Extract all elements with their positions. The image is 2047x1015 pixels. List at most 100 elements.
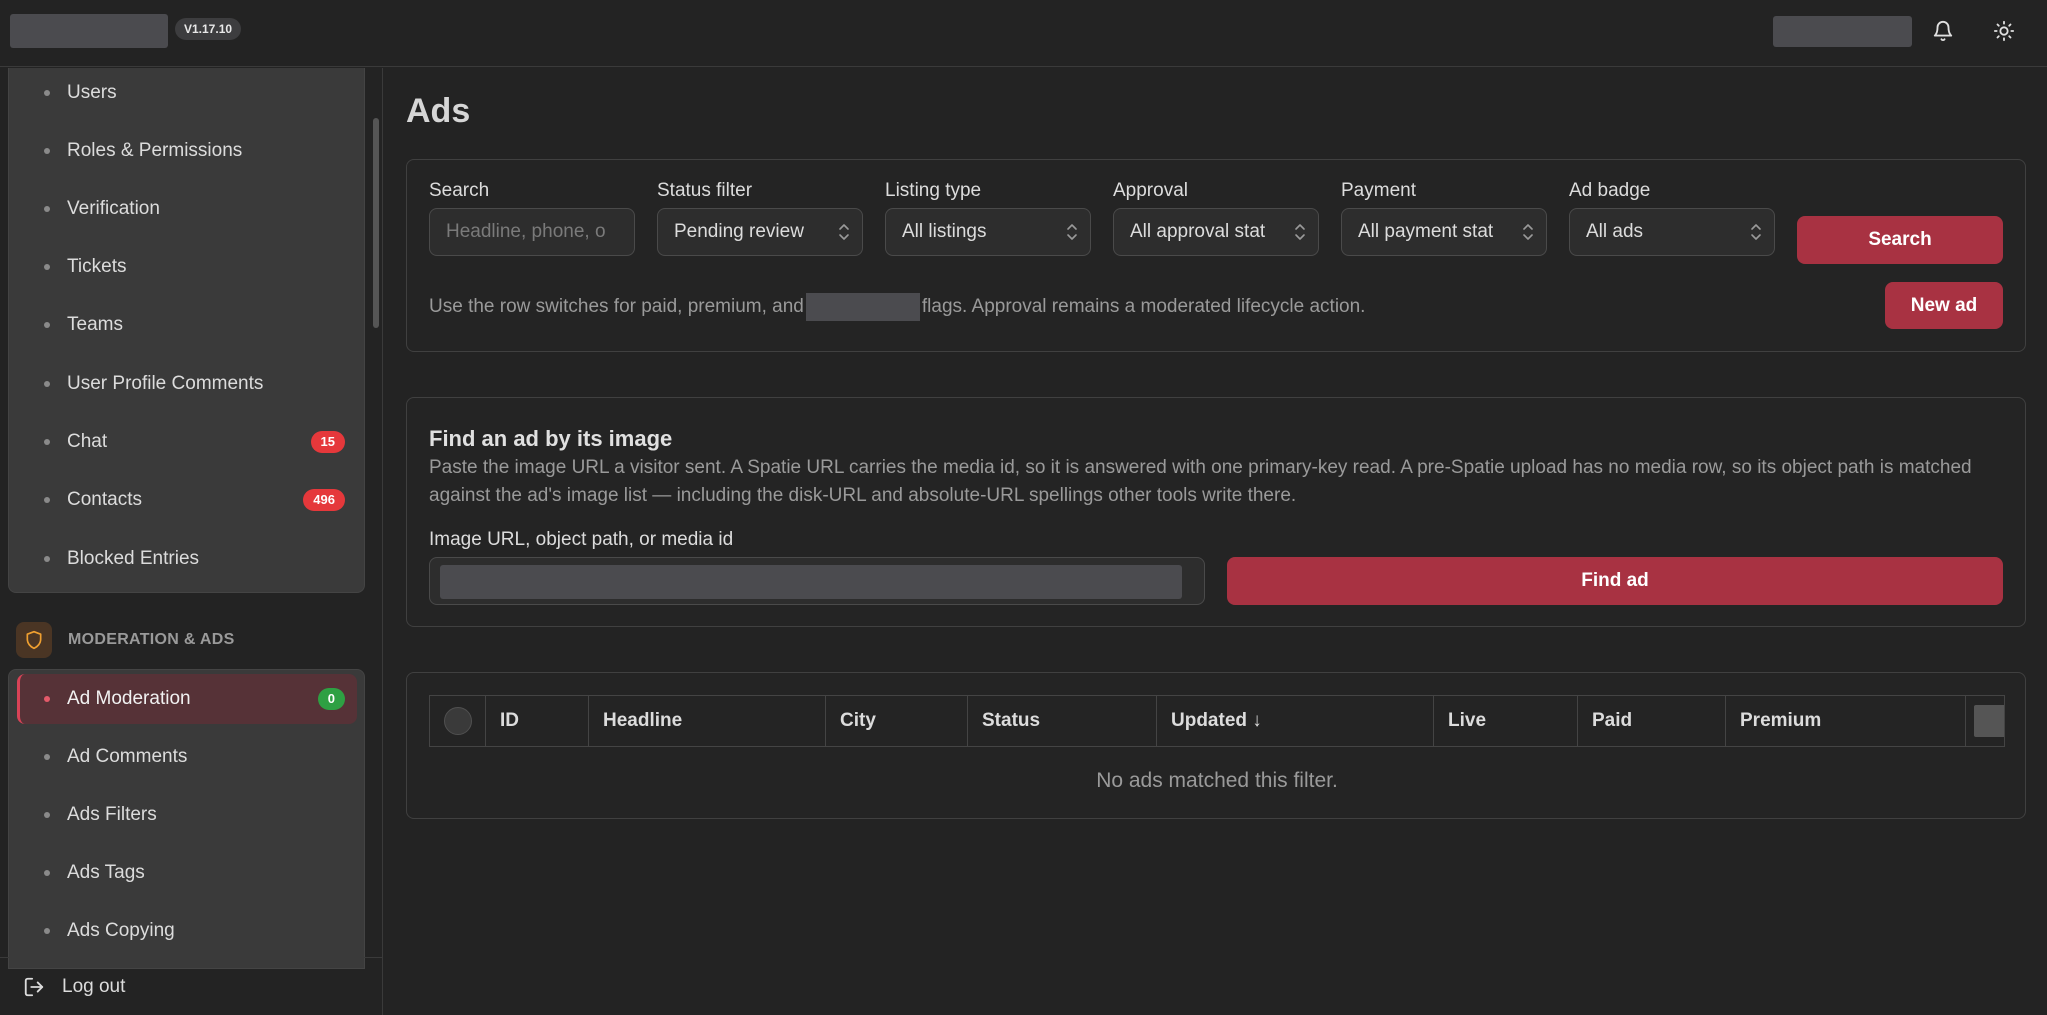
sidebar-item-label: Ads Copying [67,920,175,941]
bullet [44,754,50,760]
sidebar-item-label: Tickets [67,256,127,277]
sidebar-item-roles[interactable]: Roles & Permissions [17,126,357,176]
payment-filter: Payment All payment stat [1341,180,1547,256]
sidebar-item-label: Contacts [67,489,142,510]
search-button[interactable]: Search [1797,216,2003,264]
chevron-updown-icon [1294,222,1306,245]
listing-filter: Listing type All listings [885,180,1091,256]
sidebar-item-verification[interactable]: Verification [17,184,357,234]
sidebar-item-contacts[interactable]: Contacts 496 [17,475,357,525]
theme-toggle-sun-icon[interactable] [1987,14,2021,48]
column-header-paid[interactable]: Paid [1578,696,1726,746]
sidebar-item-ad-comments[interactable]: Ad Comments [17,732,357,782]
version-badge: V1.17.10 [175,18,242,40]
image-url-label: Image URL, object path, or media id [429,529,734,550]
ads-table-header: ID Headline City Status Updated ↓ Live P… [429,695,2005,747]
sidebar-group-moderation: Ad Moderation 0 Ad Comments Ads Filters A… [8,669,365,969]
empty-state-text: No ads matched this filter. [1096,769,1338,792]
status-value: Pending review [674,221,804,242]
bullet [44,497,50,503]
find-ad-button[interactable]: Find ad [1227,557,2003,605]
column-header-premium[interactable]: Premium [1726,696,1966,746]
sidebar-item-label: Ad Moderation [67,688,191,709]
sidebar-item-label: Chat [67,431,108,452]
column-header-city[interactable]: City [826,696,968,746]
status-filter: Status filter Pending review [657,180,863,256]
sidebar-item-chat[interactable]: Chat 15 [17,417,357,467]
column-header-headline[interactable]: Headline [589,696,826,746]
hint-text-after: flags. Approval remains a moderated life… [921,296,1366,317]
search-filter: Search Headline, phone, o [429,180,635,256]
page-title: Ads [406,92,471,130]
sidebar-item-tickets[interactable]: Tickets [17,242,357,292]
user-menu[interactable] [1773,16,1912,47]
column-header-more[interactable] [1966,696,2004,746]
image-url-value [440,565,1182,599]
sidebar-item-ads-copying[interactable]: Ads Copying [17,906,357,956]
ad-moderation-count-badge: 0 [317,688,345,710]
section-title: MODERATION & ADS [68,631,235,648]
column-header-id[interactable]: ID [486,696,589,746]
logout-icon [22,975,46,999]
filters-card: Search Headline, phone, o Status filter … [406,159,2026,352]
select-all-checkbox-cell [430,696,486,746]
sidebar-item-users[interactable]: Users [17,68,357,118]
sidebar-item-label: User Profile Comments [67,373,264,394]
badge-label: Ad badge [1569,180,1651,201]
approval-value: All approval stat [1130,221,1266,242]
bullet [44,812,50,818]
badge-select[interactable]: All ads [1569,208,1775,256]
filters-hint: Use the row switches for paid, premium, … [429,293,1365,321]
column-header-updated[interactable]: Updated ↓ [1157,696,1434,746]
sidebar-scrollbar[interactable] [373,118,379,328]
payment-label: Payment [1341,180,1416,201]
chevron-updown-icon [838,222,850,245]
sidebar-item-user-profile-comments[interactable]: User Profile Comments [17,359,357,409]
listing-value: All listings [902,221,987,242]
status-select[interactable]: Pending review [657,208,863,256]
chevron-updown-icon [1066,222,1078,245]
section-moderation-ads[interactable]: MODERATION & ADS [16,622,235,658]
column-header-live[interactable]: Live [1434,696,1578,746]
sidebar-item-ads-tags[interactable]: Ads Tags [17,848,357,898]
main-content: Ads Search Headline, phone, o Status fil… [384,68,2047,1015]
sidebar-item-label: Blocked Entries [67,548,200,569]
approval-select[interactable]: All approval stat [1113,208,1319,256]
sidebar-item-blocked-entries[interactable]: Blocked Entries [17,534,357,584]
sidebar-item-label: Ads Tags [67,862,145,883]
logout-label: Log out [62,975,126,997]
listing-label: Listing type [885,180,982,201]
bullet [44,90,50,96]
app-logo[interactable] [10,14,168,48]
sidebar-item-label: Ad Comments [67,746,188,767]
shield-icon [16,622,52,658]
select-all-checkbox[interactable] [443,707,472,735]
payment-select[interactable]: All payment stat [1341,208,1547,256]
bullet [44,870,50,876]
bullet [44,206,50,212]
status-label: Status filter [657,180,753,201]
sidebar-item-label: Verification [67,198,160,219]
ads-table-card: ID Headline City Status Updated ↓ Live P… [406,672,2026,819]
approval-label: Approval [1113,180,1188,201]
search-input[interactable]: Headline, phone, o [429,208,635,256]
bullet [44,556,50,562]
logout-button[interactable]: Log out [0,957,382,1015]
sidebar-item-ad-moderation[interactable]: Ad Moderation 0 [17,674,357,724]
sidebar: Users Roles & Permissions Verification T… [0,68,383,1015]
bullet [44,148,50,154]
chevron-updown-icon [1750,222,1762,245]
new-ad-button[interactable]: New ad [1885,282,2003,329]
sidebar-item-ads-filters[interactable]: Ads Filters [17,790,357,840]
redacted-text [805,293,920,321]
sidebar-item-label: Users [67,82,117,103]
approval-filter: Approval All approval stat [1113,180,1319,256]
image-url-input[interactable] [429,557,1205,605]
sidebar-group-users: Users Roles & Permissions Verification T… [8,68,365,593]
sidebar-item-label: Teams [67,314,123,335]
badge-value: All ads [1586,221,1644,242]
sidebar-item-teams[interactable]: Teams [17,300,357,350]
notifications-bell-icon[interactable] [1926,14,1960,48]
listing-select[interactable]: All listings [885,208,1091,256]
column-header-status[interactable]: Status [968,696,1157,746]
